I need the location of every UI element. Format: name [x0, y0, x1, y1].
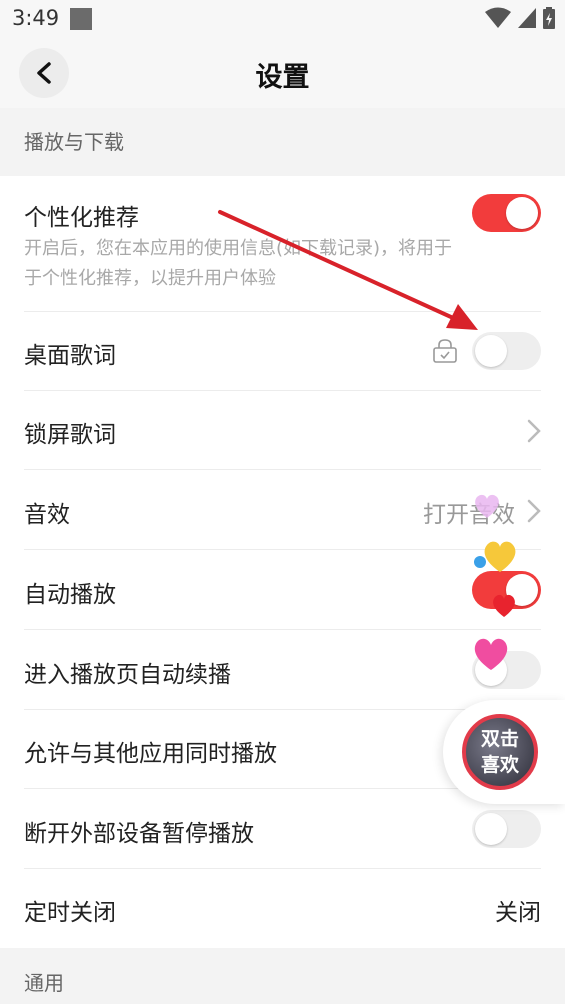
status-time: 3:49	[12, 6, 60, 30]
setting-label: 进入播放页自动续播	[24, 662, 231, 688]
setting-label: 定时关闭	[24, 900, 116, 926]
setting-value: 关闭	[495, 900, 541, 926]
section-header-play-download: 播放与下载	[0, 108, 565, 176]
heart-icon	[493, 594, 515, 617]
header: 设置	[0, 38, 565, 108]
setting-description: 开启后，您在本应用的使用信息(如下载记录)，将用于于个性化推荐，以提升用户体验	[24, 238, 453, 289]
disconnect-pause-toggle[interactable]	[472, 810, 541, 848]
float-text-line1: 双击	[480, 728, 519, 750]
section-header-general: 通用	[0, 948, 565, 1004]
wifi-icon	[485, 7, 511, 28]
setting-label: 自动播放	[24, 582, 116, 608]
battery-icon	[543, 7, 555, 29]
chevron-right-icon	[527, 499, 541, 523]
personalized-toggle[interactable]	[472, 194, 541, 232]
notification-icon	[70, 8, 92, 30]
heart-icon	[475, 494, 499, 518]
chevron-right-icon	[527, 419, 541, 443]
status-icons	[485, 7, 555, 29]
status-bar: 3:49	[0, 0, 565, 38]
setting-label: 锁屏歌词	[24, 422, 116, 448]
setting-personalized: 个性化推荐 开启后，您在本应用的使用信息(如下载记录)，将用于于个性化推荐，以提…	[0, 176, 565, 312]
vip-lock-icon	[433, 339, 457, 363]
float-text-line2: 喜欢	[480, 754, 519, 776]
signal-icon	[518, 8, 536, 28]
setting-label: 允许与其他应用同时播放	[24, 741, 277, 767]
setting-label: 个性化推荐	[24, 205, 139, 231]
double-tap-like-widget[interactable]: 双击 喜欢	[443, 700, 565, 804]
desktop-lyrics-toggle[interactable]	[472, 332, 541, 370]
double-tap-like-button[interactable]: 双击 喜欢	[462, 714, 538, 790]
setting-lockscreen-lyrics[interactable]: 锁屏歌词	[0, 391, 565, 470]
setting-label: 断开外部设备暂停播放	[24, 821, 254, 847]
setting-sleep-timer[interactable]: 定时关闭 关闭	[0, 869, 565, 948]
heart-icon	[474, 541, 516, 572]
page-title: 设置	[255, 62, 310, 93]
setting-label: 音效	[24, 502, 70, 528]
heart-icon	[474, 638, 508, 670]
setting-label: 桌面歌词	[24, 343, 116, 369]
setting-desktop-lyrics[interactable]: 桌面歌词	[0, 312, 565, 391]
